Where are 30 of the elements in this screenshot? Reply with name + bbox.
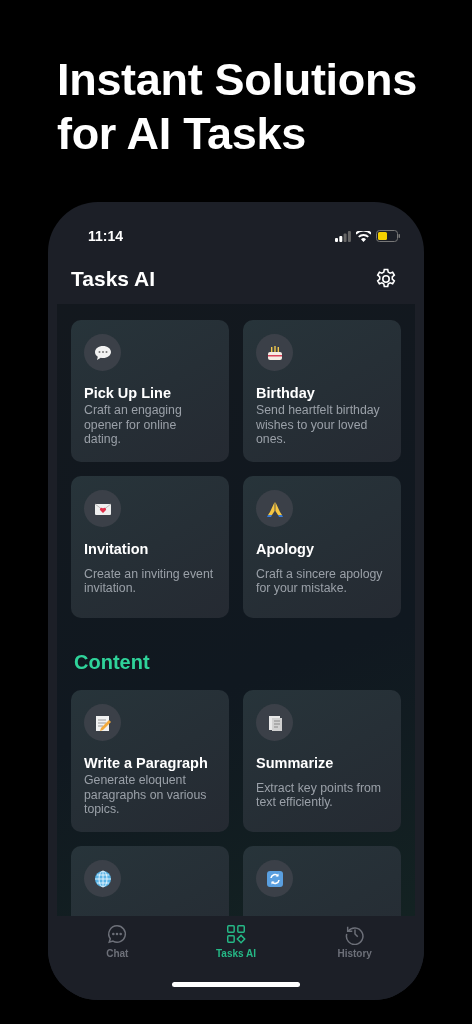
task-card[interactable]: Birthday Send heartfelt birthday wishes to your loved ones. bbox=[243, 320, 401, 462]
card-description: Extract key points from text efficiently. bbox=[256, 780, 383, 810]
card-description: Craft an engaging opener for online dating. bbox=[84, 403, 183, 447]
battery-icon bbox=[376, 230, 400, 242]
task-card[interactable]: Pick Up Line Craft an engaging opener for online dating. bbox=[71, 320, 229, 462]
wifi-icon bbox=[356, 230, 371, 242]
card-title: Summarize bbox=[256, 754, 335, 772]
signal-icon bbox=[335, 230, 351, 242]
tab-bar-item[interactable]: Tasks AI bbox=[191, 923, 281, 959]
task-card[interactable]: Write a Paragraph Generate eloquent paragraphs on various topics. bbox=[71, 690, 229, 832]
task-card[interactable]: Invitation Create an inviting event invitation. bbox=[71, 476, 229, 618]
card-title: Pick Up Line bbox=[84, 384, 173, 402]
headline: Instant Solutions for AI Tasks bbox=[56, 53, 418, 161]
card-title: Apology bbox=[256, 540, 315, 558]
card-description: Craft a sincere apology for your mistake. bbox=[256, 566, 384, 596]
task-card[interactable]: Apology Craft a sincere apology for your mistake. bbox=[243, 476, 401, 618]
card-title: Birthday bbox=[256, 384, 316, 402]
card-description: Create an inviting event invitation. bbox=[84, 566, 215, 596]
section-heading: Content bbox=[74, 650, 151, 675]
globe-icon bbox=[92, 868, 113, 889]
app-title: Tasks AI bbox=[71, 267, 156, 291]
task-card[interactable]: Summarize Extract key points from text efficiently. bbox=[243, 690, 401, 832]
card-title: Invitation bbox=[84, 540, 150, 558]
card-description: Send heartfelt birthday wishes to your loved ones. bbox=[256, 403, 381, 447]
status-time: 11:14 bbox=[88, 228, 124, 244]
grid-icon bbox=[225, 923, 247, 945]
chat-bubble-icon bbox=[106, 923, 129, 945]
card-description: Generate eloquent paragraphs on various topics. bbox=[84, 773, 208, 817]
card-title: Write a Paragraph bbox=[84, 754, 209, 772]
refresh-icon bbox=[264, 868, 285, 889]
